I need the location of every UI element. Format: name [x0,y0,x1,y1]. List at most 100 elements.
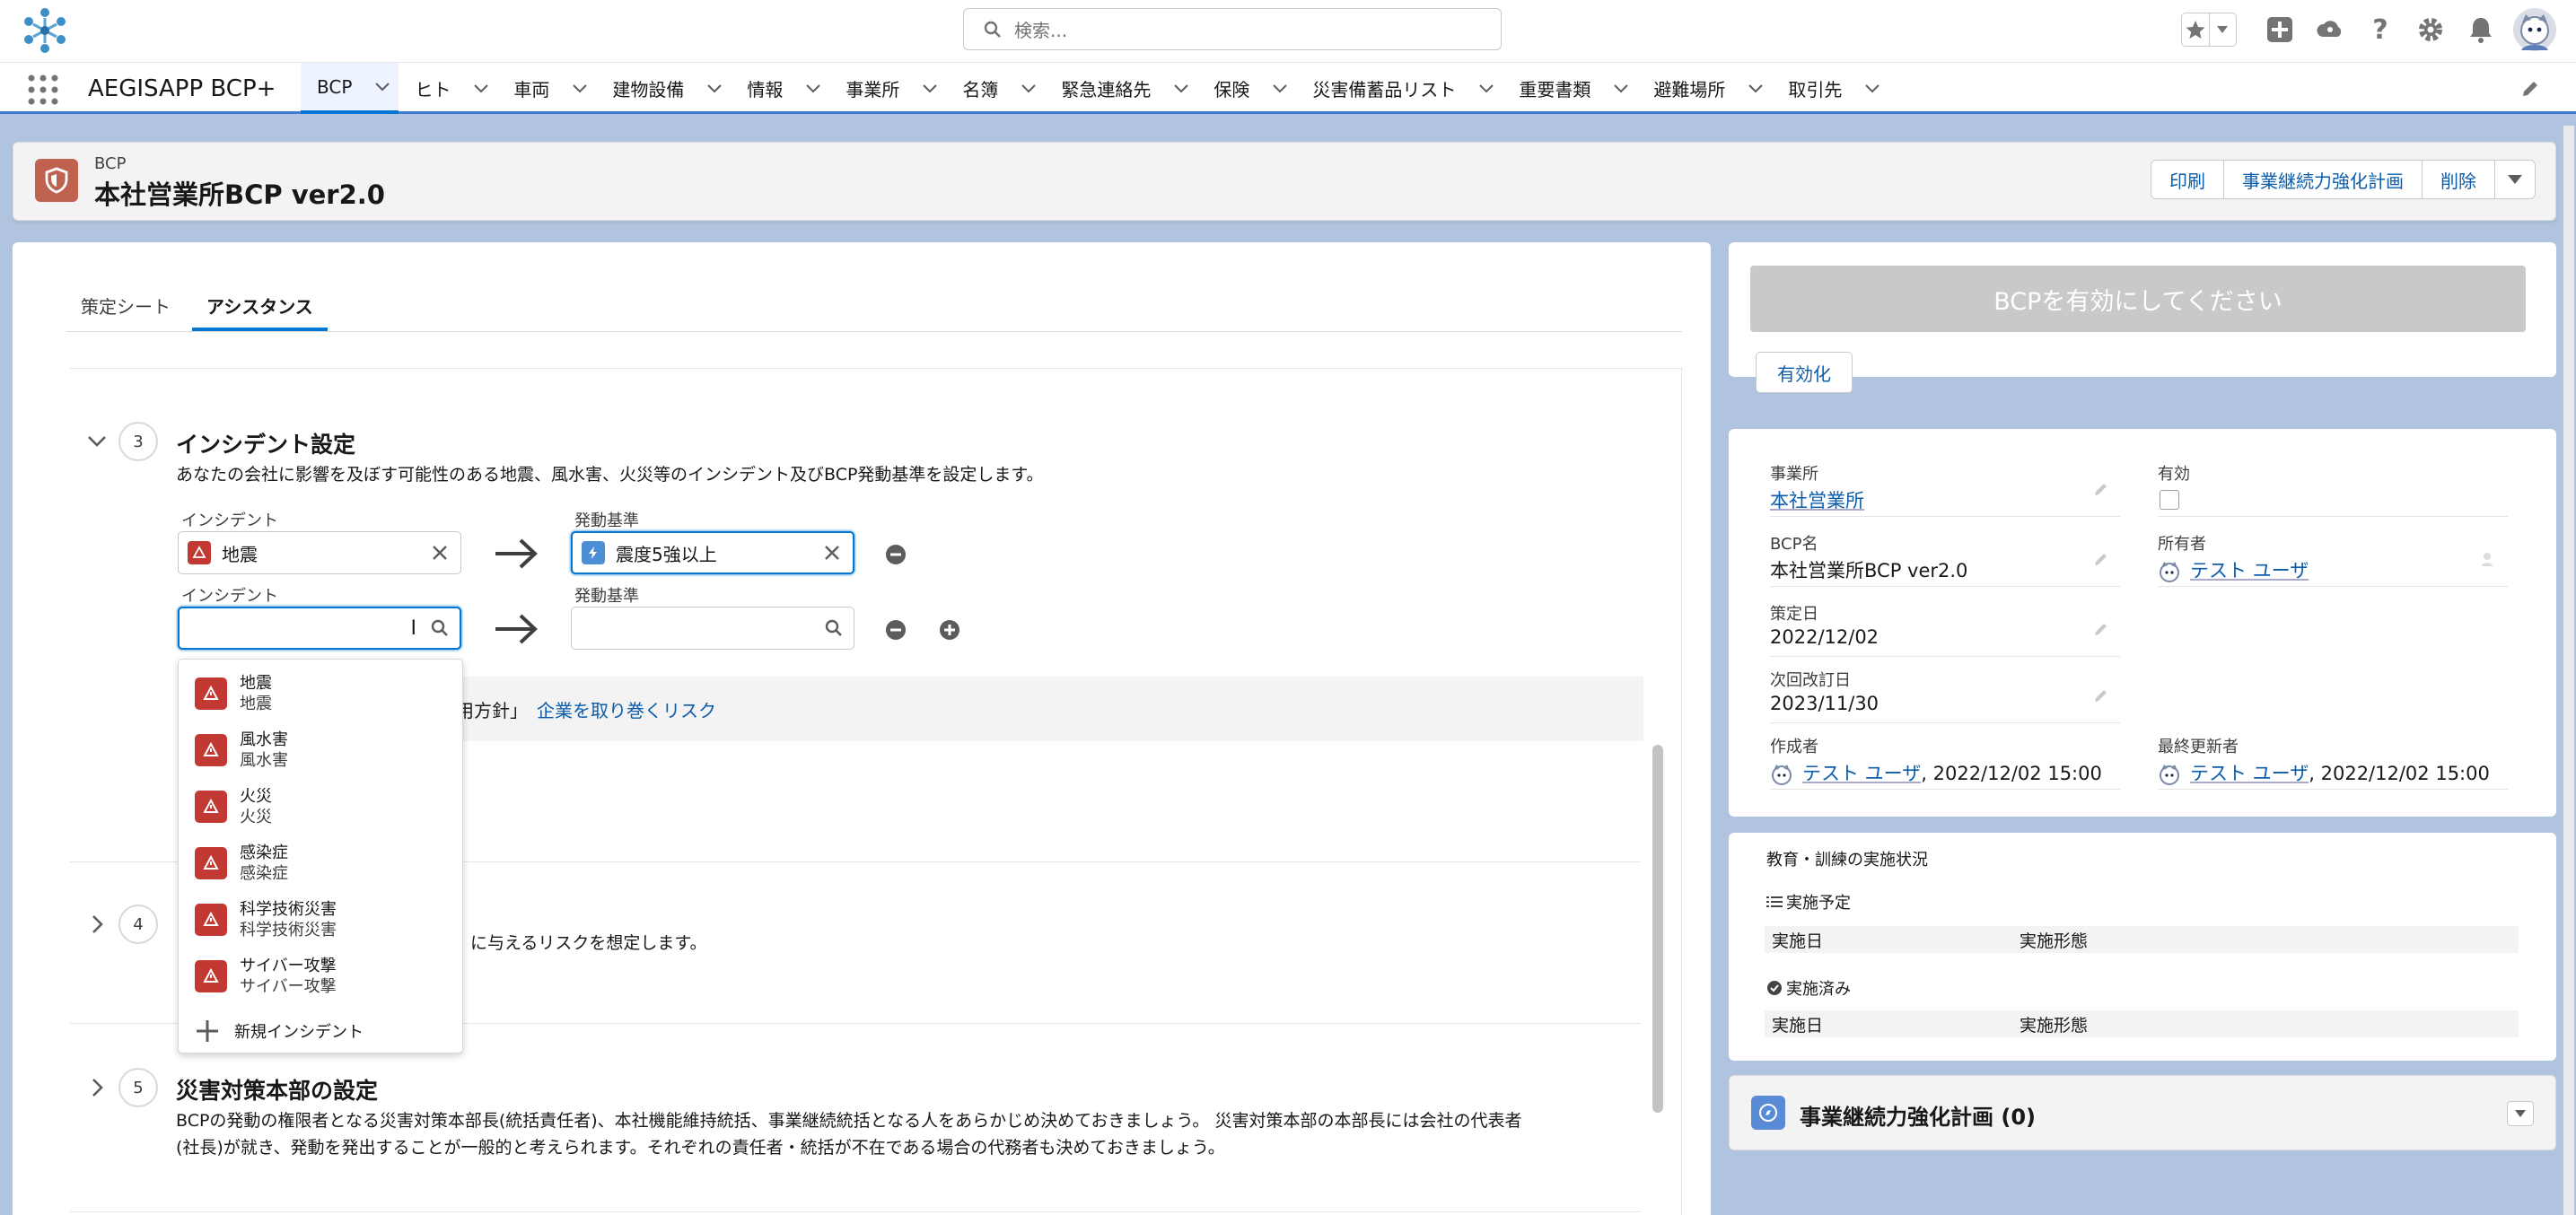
nav-tab-12[interactable]: 取引先 [1772,63,1888,114]
settings-gear-icon[interactable] [2411,10,2450,49]
remove-row-icon[interactable] [885,544,907,565]
chevron-down-icon[interactable] [1748,83,1764,93]
star-icon[interactable] [2182,13,2210,46]
edit-pencil-icon[interactable] [2093,551,2109,567]
risk-link[interactable]: 企業を取り巻くリスク [537,696,716,722]
nav-tab-5[interactable]: 事業所 [829,63,946,114]
app-navigation: AEGISAPP BCP+ BCP ヒト 車両 建物設備 情報 事業所 名簿 緊急連絡先 保険 災… [0,63,2576,114]
add-row-icon[interactable] [939,619,960,641]
continuity-plan-button[interactable]: 事業継続力強化計画 [2224,161,2423,198]
tab-assistance[interactable]: アシスタンス [192,287,328,331]
activate-button[interactable]: 有効化 [1756,352,1853,393]
add-icon[interactable] [2260,10,2300,49]
option-name: 科学技術災害 [240,900,337,919]
clear-icon[interactable] [432,545,448,561]
favorites-button[interactable] [2181,13,2237,47]
chevron-down-icon[interactable] [1174,83,1189,93]
delete-button[interactable]: 削除 [2423,161,2495,198]
incident-search-input[interactable]: I [178,607,461,650]
field-label: 最終更新者 [2158,738,2239,756]
chevron-down-icon[interactable] [375,82,390,92]
chevron-down-icon[interactable] [1273,83,1288,93]
scrollbar-thumb[interactable] [1652,745,1663,1113]
field-value: テスト ユーザ [2158,556,2309,583]
divider [70,1211,1641,1212]
nav-tab-label: 保険 [1214,79,1250,101]
nav-tab-2[interactable]: 車両 [497,63,596,114]
nav-tab-7[interactable]: 緊急連絡先 [1045,63,1197,114]
more-actions-button[interactable] [2495,161,2535,198]
nav-tab-8[interactable]: 保険 [1197,63,1296,114]
incident-option[interactable]: 科学技術災害 科学技術災害 [195,893,337,947]
incident-option[interactable]: 地震 地震 [195,667,272,721]
nav-tab-10[interactable]: 重要書類 [1503,63,1637,114]
related-list-title[interactable]: 事業継続力強化計画 (0) [1800,1099,2036,1131]
updater-link[interactable]: テスト ユーザ [2190,763,2309,784]
help-icon[interactable]: ? [2361,10,2400,49]
creator-link[interactable]: テスト ユーザ [1802,763,1921,784]
chevron-down-icon[interactable] [2210,13,2237,46]
nav-tab-0[interactable]: BCP [301,63,399,114]
app-launcher-icon[interactable] [27,74,59,106]
edit-pencil-icon[interactable] [2093,481,2109,497]
edit-nav-pencil-icon[interactable] [2520,79,2540,99]
trigger-search-input[interactable] [571,607,854,650]
option-name: 風水害 [240,730,288,749]
record-type: BCP [94,154,127,173]
option-text: 感染症 感染症 [240,843,288,884]
incident-label: インシデント [181,511,278,530]
chevron-down-icon[interactable] [1021,83,1037,93]
incident-option[interactable]: 風水害 風水害 [195,723,288,777]
nav-tab-9[interactable]: 災害備蓄品リスト [1296,63,1503,114]
field-label: 策定日 [1770,605,1818,624]
trigger-field[interactable]: 震度5強以上 [571,531,854,574]
change-owner-icon[interactable] [2481,551,2497,567]
field-value: 2023/11/30 [1770,693,1879,714]
nav-tab-6[interactable]: 名簿 [946,63,1045,114]
print-button[interactable]: 印刷 [2151,161,2224,198]
page-scrollbar[interactable] [2563,126,2574,1215]
chevron-down-icon[interactable] [86,431,108,452]
search-icon[interactable] [825,619,843,637]
chevron-down-icon[interactable] [806,83,821,93]
nav-tab-11[interactable]: 避難場所 [1637,63,1772,114]
new-incident-option[interactable]: 新規インシデント [195,1004,364,1058]
option-name: 地震 [240,674,272,693]
related-list-menu-button[interactable] [2507,1101,2534,1126]
incident-field[interactable]: 地震 [178,531,461,574]
office-link[interactable]: 本社営業所 [1770,490,1864,511]
chevron-down-icon[interactable] [1865,83,1880,93]
office-field: 事業所 本社営業所 [1770,452,2120,517]
incident-option[interactable]: 火災 火災 [195,780,272,834]
edit-pencil-icon[interactable] [2093,687,2109,704]
nav-tab-4[interactable]: 情報 [731,63,829,114]
notification-bell-icon[interactable] [2461,10,2501,49]
chevron-right-icon[interactable] [86,1077,108,1098]
remove-row-icon[interactable] [885,619,907,641]
nav-tab-3[interactable]: 建物設備 [596,63,731,114]
search-icon[interactable] [431,619,449,637]
clear-icon[interactable] [824,545,840,561]
app-logo-icon[interactable] [20,5,70,56]
nav-tab-label: 事業所 [846,79,900,101]
chevron-down-icon[interactable] [573,83,588,93]
chevron-down-icon[interactable] [1614,83,1629,93]
user-avatar[interactable] [2511,6,2558,53]
step-number: 5 [118,1068,158,1107]
chevron-down-icon[interactable] [1479,83,1494,93]
owner-link[interactable]: テスト ユーザ [2190,560,2309,581]
edit-pencil-icon[interactable] [2093,621,2109,637]
incident-option[interactable]: 感染症 感染症 [195,836,288,890]
incident-option[interactable]: サイバー攻撃 サイバー攻撃 [195,949,337,1003]
chevron-down-icon[interactable] [923,83,938,93]
global-search-input[interactable]: 検索... [963,8,1502,50]
cloud-help-icon[interactable] [2310,10,2350,49]
incident-icon [195,960,227,992]
step-number: 4 [118,905,158,944]
chevron-right-icon[interactable] [86,913,108,935]
bcp-name-field: BCP名 本社営業所BCP ver2.0 [1770,522,2120,587]
tab-sheet[interactable]: 策定シート [66,287,185,331]
chevron-down-icon[interactable] [707,83,723,93]
chevron-down-icon[interactable] [474,83,489,93]
nav-tab-1[interactable]: ヒト [399,63,497,114]
